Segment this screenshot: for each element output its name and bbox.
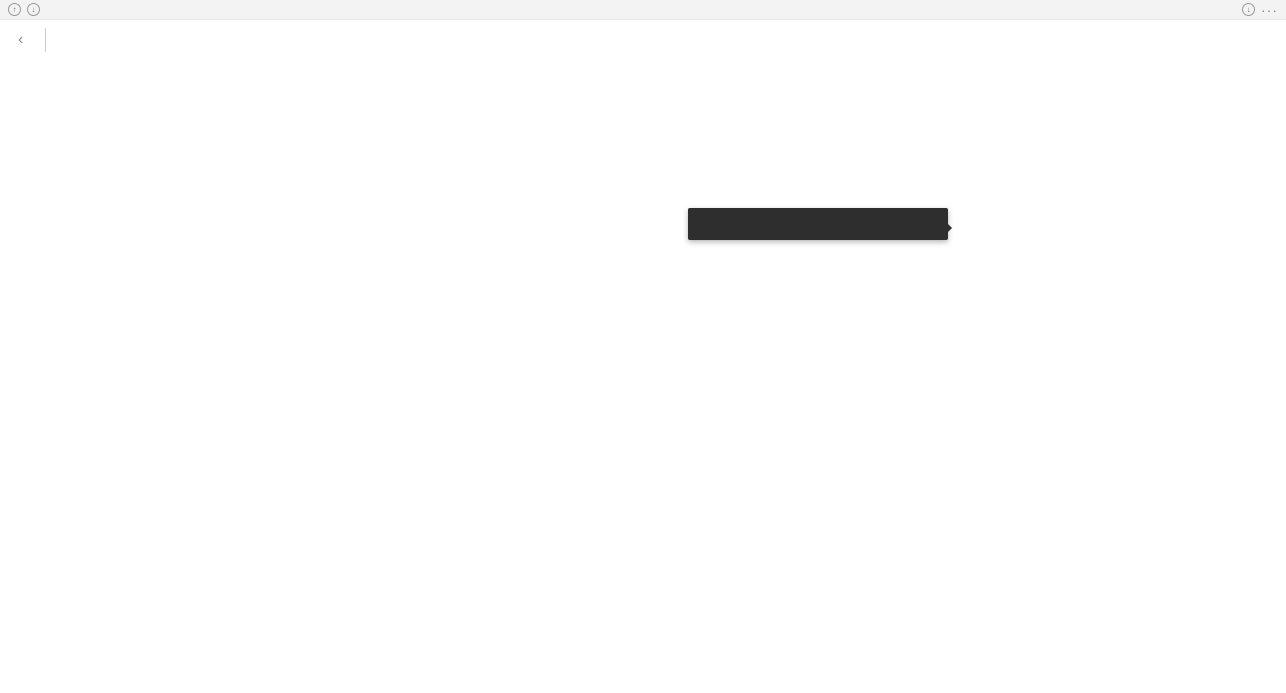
download-icon[interactable]: ↓ — [1242, 3, 1255, 16]
divider — [45, 28, 46, 52]
chart-area[interactable] — [0, 66, 1286, 676]
back-to-report-button[interactable]: ‹ — [18, 31, 29, 49]
pin-up-icon[interactable]: ↑ — [8, 3, 21, 16]
more-menu-icon[interactable]: ··· — [1261, 2, 1278, 18]
pin-down-icon[interactable]: ↓ — [27, 3, 40, 16]
chevron-left-icon: ‹ — [18, 31, 23, 49]
report-header: ‹ — [0, 20, 1286, 60]
line-chart-svg — [0, 66, 1286, 676]
window-titlebar: ↑ ↓ ↓ ··· — [0, 0, 1286, 20]
datapoint-tooltip — [688, 208, 948, 240]
